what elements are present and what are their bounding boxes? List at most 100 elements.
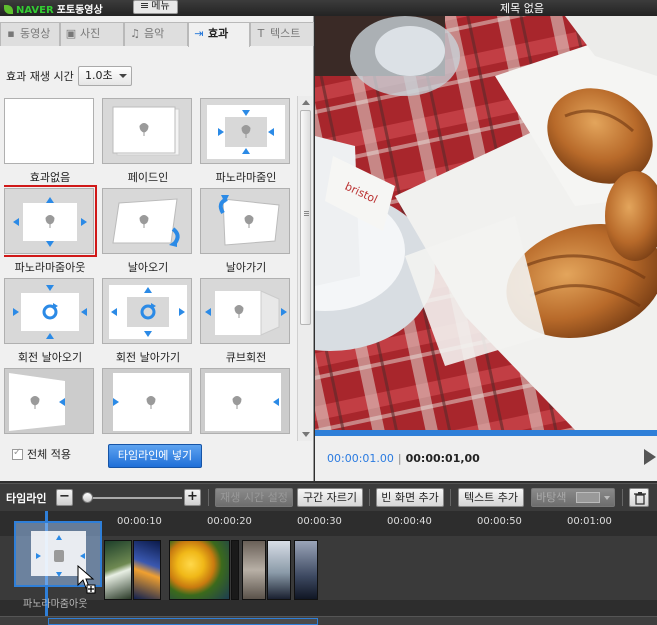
effect-item-fly-out[interactable]: 날아가기: [200, 188, 292, 275]
effect-item-slide-left[interactable]: [200, 368, 292, 439]
effect-thumbnail[interactable]: [200, 98, 290, 164]
effect-thumbnail[interactable]: [102, 278, 192, 344]
scroll-down-icon[interactable]: [302, 432, 310, 437]
duration-setting-button[interactable]: 재생 시간 설정: [215, 488, 293, 507]
drag-label: 파노라마줌아웃: [23, 599, 88, 610]
delete-button[interactable]: [629, 488, 649, 507]
ruler-label: 00:00:40: [387, 516, 432, 527]
timeline-clip[interactable]: [231, 540, 239, 600]
toolbar-divider: [208, 489, 209, 506]
put-to-timeline-button[interactable]: 타임라인에 넣기: [108, 444, 202, 468]
effect-item-fade[interactable]: 페이드인: [102, 98, 194, 185]
scroll-thumb[interactable]: [300, 110, 311, 325]
fade-icon: [112, 106, 180, 156]
app-logo: NAVER 포토동영상: [4, 1, 103, 16]
effect-thumbnail[interactable]: [102, 188, 192, 254]
effect-item-none[interactable]: 효과없음: [4, 98, 96, 185]
effect-thumbnail[interactable]: [200, 188, 290, 254]
preview-progress[interactable]: [315, 433, 657, 436]
effect-label: 파노라마줌아웃: [14, 261, 86, 274]
tab-video[interactable]: ▪ 동영상: [0, 22, 60, 46]
effect-label: 페이드인: [127, 171, 169, 184]
preview-controls: 00:00:01.00 | 00:00:01,00: [315, 430, 657, 481]
preview-time: 00:00:01.00 | 00:00:01,00: [327, 452, 480, 465]
effect-thumbnail[interactable]: [4, 368, 94, 434]
apply-all-checkbox[interactable]: 전체 적용: [12, 446, 71, 461]
chevron-down-icon: [119, 74, 127, 78]
video-preview: bristol: [315, 16, 657, 430]
tab-label: 사진: [80, 27, 101, 40]
zoom-in-button[interactable]: +: [184, 489, 201, 506]
photo-icon: ▣: [65, 27, 77, 40]
effect-item-cube[interactable]: 큐브회전: [200, 278, 292, 365]
bg-color-label: 바탕색: [536, 491, 567, 504]
pointer-cursor-icon: [77, 565, 96, 594]
tab-music[interactable]: ♫ 음악: [124, 22, 188, 46]
effect-label: 회전 날아오기: [17, 351, 83, 364]
tab-label: 텍스트: [270, 27, 301, 40]
add-text-button[interactable]: 텍스트 추가: [458, 488, 524, 507]
timeline-title: 타임라인: [6, 492, 47, 505]
tab-photo[interactable]: ▣ 사진: [60, 22, 124, 46]
effects-scrollbar[interactable]: [297, 96, 312, 441]
effect-item-slide-right[interactable]: [102, 368, 194, 439]
effect-item-spin-in[interactable]: 회전 날아오기: [4, 278, 96, 365]
transition-icon: ⇥: [194, 27, 204, 40]
spin-in-icon: [13, 285, 87, 339]
tab-label: 음악: [144, 27, 165, 40]
effect-thumbnail[interactable]: [102, 368, 192, 434]
effect-thumbnail[interactable]: [200, 368, 290, 434]
split-button[interactable]: 구간 자르기: [297, 488, 363, 507]
time-separator: |: [397, 452, 402, 465]
effect-thumbnail[interactable]: [4, 185, 97, 257]
effect-thumbnail[interactable]: [4, 278, 94, 344]
effect-item-page-left[interactable]: [4, 368, 96, 439]
effect-item-zoom-out[interactable]: 파노라마줌아웃: [4, 185, 97, 275]
audio-track-range[interactable]: [48, 618, 318, 625]
timeline-clip[interactable]: [267, 540, 291, 600]
effect-item-zoom-in[interactable]: 파노라마줌인: [200, 98, 292, 185]
hamburger-icon: [141, 3, 149, 4]
slide-right-icon: [103, 369, 191, 433]
effect-thumbnail[interactable]: [4, 98, 94, 164]
effect-thumbnail[interactable]: [102, 98, 192, 164]
tab-text[interactable]: T 텍스트: [250, 22, 314, 46]
duration-select[interactable]: 1.0초: [78, 66, 132, 86]
scroll-up-icon[interactable]: [302, 100, 310, 105]
checkbox[interactable]: [12, 447, 23, 460]
logo-brand: NAVER: [16, 5, 54, 16]
timeline-clip[interactable]: [104, 540, 132, 600]
text-icon: T: [257, 27, 265, 40]
zoom-out-button[interactable]: −: [56, 489, 73, 506]
timeline-clip[interactable]: [242, 540, 266, 600]
ruler-label: 00:00:20: [207, 516, 252, 527]
menu-button[interactable]: 메뉴: [133, 0, 178, 14]
effect-item-fly-in[interactable]: 날아오기: [102, 188, 194, 275]
document-title: 제목 없음: [500, 2, 544, 15]
timeline-clip[interactable]: [294, 540, 318, 600]
none-icon: [5, 99, 93, 163]
timeline-clip[interactable]: [133, 540, 161, 600]
ruler-label: 00:00:10: [117, 516, 162, 527]
zoom-slider-knob[interactable]: [82, 492, 93, 503]
effect-label: 날아가기: [225, 261, 267, 274]
effect-label: 파노라마줌인: [215, 171, 277, 184]
zoom-slider-track[interactable]: [84, 497, 182, 499]
chevron-down-icon: [604, 496, 610, 500]
ruler-label: 00:00:50: [477, 516, 522, 527]
effect-thumbnail[interactable]: [200, 278, 290, 344]
effect-item-spin-out[interactable]: 회전 날아가기: [102, 278, 194, 365]
trash-icon: [634, 492, 646, 505]
tab-effects[interactable]: ⇥ 효과: [188, 22, 250, 47]
background-color-select[interactable]: 바탕색: [531, 488, 615, 507]
effect-label: 회전 날아가기: [115, 351, 181, 364]
toolbar-divider: [450, 489, 451, 506]
apply-all-label: 전체 적용: [27, 448, 71, 461]
ruler-label: 00:01:00: [567, 516, 612, 527]
color-swatch: [576, 492, 600, 503]
timeline-clip[interactable]: [169, 540, 230, 600]
duration-label: 효과 재생 시간: [6, 70, 74, 83]
add-blank-button[interactable]: 빈 화면 추가: [376, 488, 444, 507]
effect-label: 효과없음: [29, 171, 71, 184]
play-icon[interactable]: [644, 449, 656, 465]
